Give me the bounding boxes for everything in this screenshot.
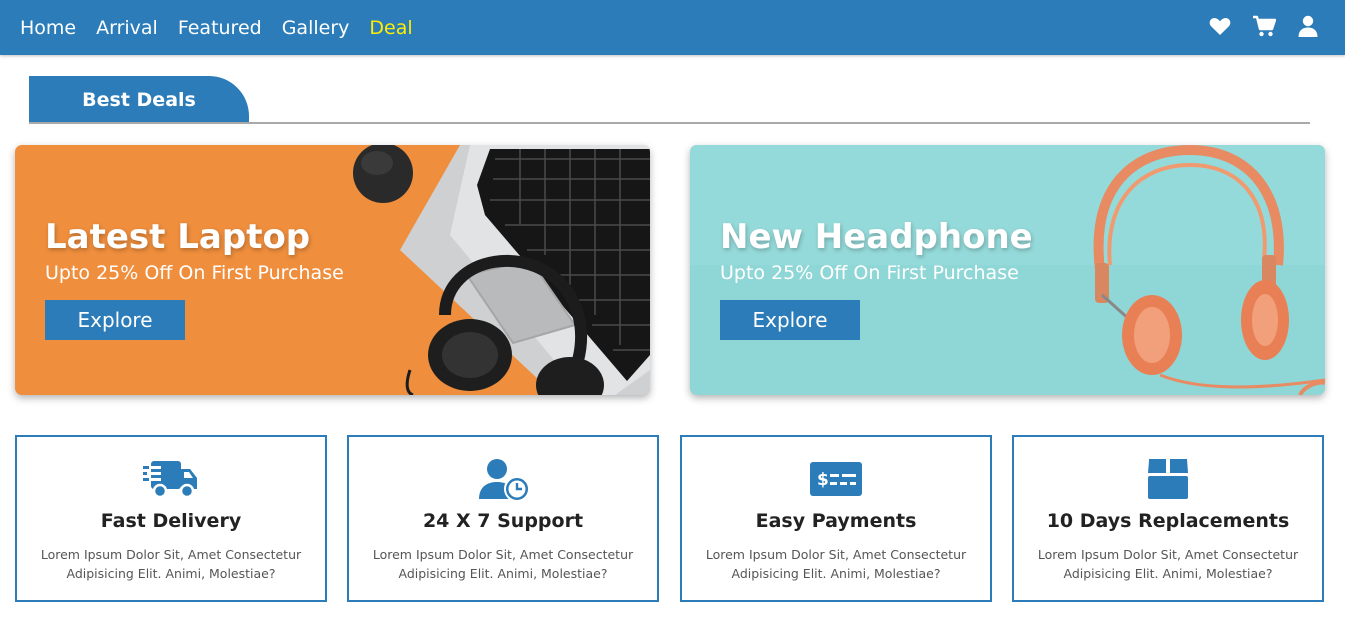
- nav-link-home[interactable]: Home: [20, 17, 76, 39]
- banner-subtitle: Upto 25% Off On First Purchase: [45, 262, 344, 284]
- feature-card-support: 24 X 7 Support Lorem Ipsum Dolor Sit, Am…: [347, 435, 659, 602]
- best-deals-header: Best Deals: [29, 76, 1310, 125]
- nav-link-featured[interactable]: Featured: [178, 17, 262, 39]
- nav-link-arrival[interactable]: Arrival: [96, 17, 158, 39]
- nav-links: Home Arrival Featured Gallery Deal: [20, 17, 433, 39]
- feature-description: Lorem Ipsum Dolor Sit, Amet Consectetur …: [40, 547, 302, 581]
- delivery-truck-icon: [143, 461, 197, 499]
- feature-description: Lorem Ipsum Dolor Sit, Amet Consectetur …: [372, 547, 634, 581]
- laptop-deal-banner: Latest Laptop Upto 25% Off On First Purc…: [15, 145, 650, 395]
- explore-headphone-button[interactable]: Explore: [720, 300, 860, 340]
- banner-title: Latest Laptop: [45, 217, 311, 257]
- feature-description: Lorem Ipsum Dolor Sit, Amet Consectetur …: [705, 547, 967, 581]
- nav-link-deal[interactable]: Deal: [369, 17, 412, 39]
- section-title-tab: Best Deals: [29, 76, 249, 123]
- money-check-icon: $: [810, 462, 862, 496]
- nav-link-gallery[interactable]: Gallery: [282, 17, 350, 39]
- headphone-deal-banner: New Headphone Upto 25% Off On First Purc…: [690, 145, 1325, 395]
- svg-text:$: $: [817, 470, 829, 490]
- feature-description: Lorem Ipsum Dolor Sit, Amet Consectetur …: [1037, 547, 1299, 581]
- feature-card-payments: $ Easy Payments Lorem Ipsum Dolor Sit, A…: [680, 435, 992, 602]
- feature-title: 24 X 7 Support: [422, 510, 584, 532]
- top-navbar: Home Arrival Featured Gallery Deal: [0, 0, 1345, 55]
- banner-subtitle: Upto 25% Off On First Purchase: [720, 262, 1019, 284]
- feature-title: Easy Payments: [755, 510, 917, 532]
- heart-icon[interactable]: [1208, 14, 1232, 38]
- nav-icons: [1188, 14, 1320, 38]
- feature-card-fast-delivery: Fast Delivery Lorem Ipsum Dolor Sit, Ame…: [15, 435, 327, 602]
- section-divider: [29, 122, 1310, 124]
- feature-title: 10 Days Replacements: [1046, 510, 1290, 532]
- user-clock-icon: [479, 459, 530, 501]
- explore-laptop-button[interactable]: Explore: [45, 300, 185, 340]
- feature-card-replacements: 10 Days Replacements Lorem Ipsum Dolor S…: [1012, 435, 1324, 602]
- user-icon[interactable]: [1296, 14, 1320, 38]
- banner-title: New Headphone: [720, 217, 1033, 257]
- feature-title: Fast Delivery: [100, 510, 242, 532]
- box-icon: [1148, 459, 1188, 499]
- cart-icon[interactable]: [1252, 14, 1276, 38]
